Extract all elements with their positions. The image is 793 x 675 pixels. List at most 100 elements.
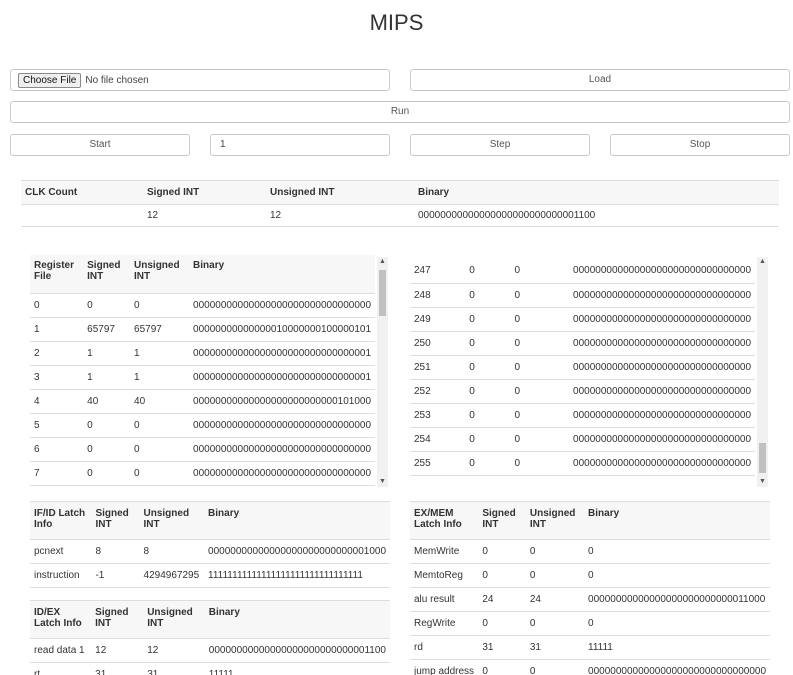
cell: RegWrite <box>410 611 479 636</box>
cell: 24 <box>478 587 526 612</box>
file-input[interactable]: Choose File No file chosen <box>10 69 390 91</box>
choose-file-button[interactable]: Choose File <box>18 72 82 88</box>
cell: 0 <box>584 539 770 564</box>
table-row: 3 1 1 00000000000000000000000000000001 <box>30 365 375 390</box>
cell: 0 <box>130 461 190 486</box>
scroll-down-icon[interactable]: ▼ <box>757 477 768 487</box>
latch-header: Unsigned INT <box>143 600 205 639</box>
cell: 00000000000000000000000000000001 <box>189 365 375 390</box>
cell: 24 <box>525 587 585 612</box>
cell: 00000000000000000000000000011000 <box>584 587 770 612</box>
cell: 250 <box>410 331 466 356</box>
cell: MemtoReg <box>410 563 479 588</box>
if-id-latch-table: IF/ID Latch Info Signed INT Unsigned INT… <box>30 501 390 588</box>
table-row: 2 1 1 00000000000000000000000000000001 <box>30 341 375 366</box>
cell: 65797 <box>83 317 131 342</box>
memory-panel: 247 0 0 00000000000000000000000000000000 24… <box>410 259 755 477</box>
cell: 1 <box>130 365 190 390</box>
latch-header: Unsigned INT <box>525 501 585 540</box>
table-row: 4 40 40 00000000000000000000000000101000 <box>30 389 375 414</box>
cell: alu result <box>410 587 479 612</box>
table-row: 255 0 0 00000000000000000000000000000000 <box>410 451 755 476</box>
table-row: RegWrite 0 0 0 <box>410 611 770 636</box>
cell: 1 <box>83 341 131 366</box>
cell: 1 <box>130 341 190 366</box>
register-file-table: Register File Signed INT Unsigned INT Bi… <box>30 255 375 486</box>
if-id-header: IF/ID Latch Info Signed INT Unsigned INT… <box>30 501 390 540</box>
cell: 40 <box>130 389 190 414</box>
scrollbar-thumb[interactable] <box>379 270 386 316</box>
latch-header: Unsigned INT <box>139 501 205 540</box>
cell: 31 <box>143 662 205 675</box>
clk-signed-value: 12 <box>143 204 266 227</box>
cell: 0 <box>510 403 570 428</box>
cell: 00000000000000000000000000000000 <box>189 461 375 486</box>
cell: 251 <box>410 355 466 380</box>
cell: 00000000000000000000000000000000 <box>584 659 770 675</box>
cell: 3 <box>30 365 84 390</box>
cell: 0 <box>30 293 84 318</box>
load-button[interactable]: Load <box>410 69 790 91</box>
cell: 0 <box>584 611 770 636</box>
cell: 0 <box>510 283 570 308</box>
clk-unsigned-value: 12 <box>266 204 414 227</box>
id-ex-latch-table: ID/EX Latch Info Signed INT Unsigned INT… <box>30 600 390 675</box>
cell: 2 <box>30 341 84 366</box>
cell: 00000000000000000000000000000001 <box>189 341 375 366</box>
cell: 00000000000000000000000000000000 <box>569 379 755 404</box>
cell: 65797 <box>130 317 190 342</box>
step-button[interactable]: Step <box>410 134 590 156</box>
scroll-up-icon[interactable]: ▲ <box>757 257 768 267</box>
cell: -1 <box>91 563 140 588</box>
scroll-down-icon[interactable]: ▼ <box>377 477 388 487</box>
table-row: 247 0 0 00000000000000000000000000000000 <box>410 259 755 284</box>
run-button[interactable]: Run <box>10 101 790 123</box>
start-button[interactable]: Start <box>10 134 190 156</box>
memory-scrollbar[interactable]: ▲ ▼ <box>757 257 768 487</box>
table-row: 1 65797 65797 00000000000000010000000100000… <box>30 317 375 342</box>
cell: 0 <box>83 413 131 438</box>
clk-table: CLK Count Signed INT Unsigned INT Binary… <box>21 180 779 227</box>
cell: 00000000000000000000000000000000 <box>569 331 755 356</box>
cell: 0 <box>478 539 526 564</box>
table-row: read data 1 12 12 0000000000000000000000000… <box>30 638 390 663</box>
cell: 00000000000000000000000000001000 <box>204 539 390 564</box>
clk-header-signed: Signed INT <box>143 180 266 205</box>
table-row: 5 0 0 00000000000000000000000000000000 <box>30 413 375 438</box>
cell: 31 <box>525 635 585 660</box>
clk-header-count: CLK Count <box>21 180 143 205</box>
cell: 00000000000000000000000000001100 <box>204 638 390 663</box>
table-row: 254 0 0 00000000000000000000000000000000 <box>410 427 755 452</box>
cell: 0 <box>465 259 511 284</box>
cell: 1 <box>83 365 131 390</box>
cell: 0 <box>510 379 570 404</box>
cell: 12 <box>143 638 205 663</box>
clk-count-value <box>21 204 143 227</box>
scroll-up-icon[interactable]: ▲ <box>377 257 388 267</box>
cell: 0 <box>130 413 190 438</box>
step-count-input[interactable]: 1 <box>210 134 390 156</box>
register-file-scrollbar[interactable]: ▲ ▼ <box>377 257 388 487</box>
cell: rt <box>30 662 92 675</box>
cell: 252 <box>410 379 466 404</box>
ex-mem-latch-table: EX/MEM Latch Info Signed INT Unsigned IN… <box>410 501 770 675</box>
id-ex-header: ID/EX Latch Info Signed INT Unsigned INT… <box>30 600 390 639</box>
register-header-name: Register File <box>30 255 84 294</box>
stop-button[interactable]: Stop <box>610 134 790 156</box>
cell: 0 <box>83 293 131 318</box>
cell: 00000000000000000000000000000000 <box>189 413 375 438</box>
cell: 00000000000000000000000000000000 <box>569 259 755 284</box>
cell: 0 <box>510 259 570 284</box>
cell: 5 <box>30 413 84 438</box>
cell: 0 <box>478 563 526 588</box>
cell: 0 <box>510 307 570 332</box>
latch-header: Signed INT <box>478 501 526 540</box>
cell: 8 <box>91 539 140 564</box>
clk-table-header: CLK Count Signed INT Unsigned INT Binary <box>21 180 779 205</box>
cell: 254 <box>410 427 466 452</box>
cell: 0 <box>510 427 570 452</box>
scrollbar-thumb[interactable] <box>759 443 766 473</box>
cell: 0 <box>478 611 526 636</box>
cell: 0 <box>584 563 770 588</box>
cell: instruction <box>30 563 92 588</box>
